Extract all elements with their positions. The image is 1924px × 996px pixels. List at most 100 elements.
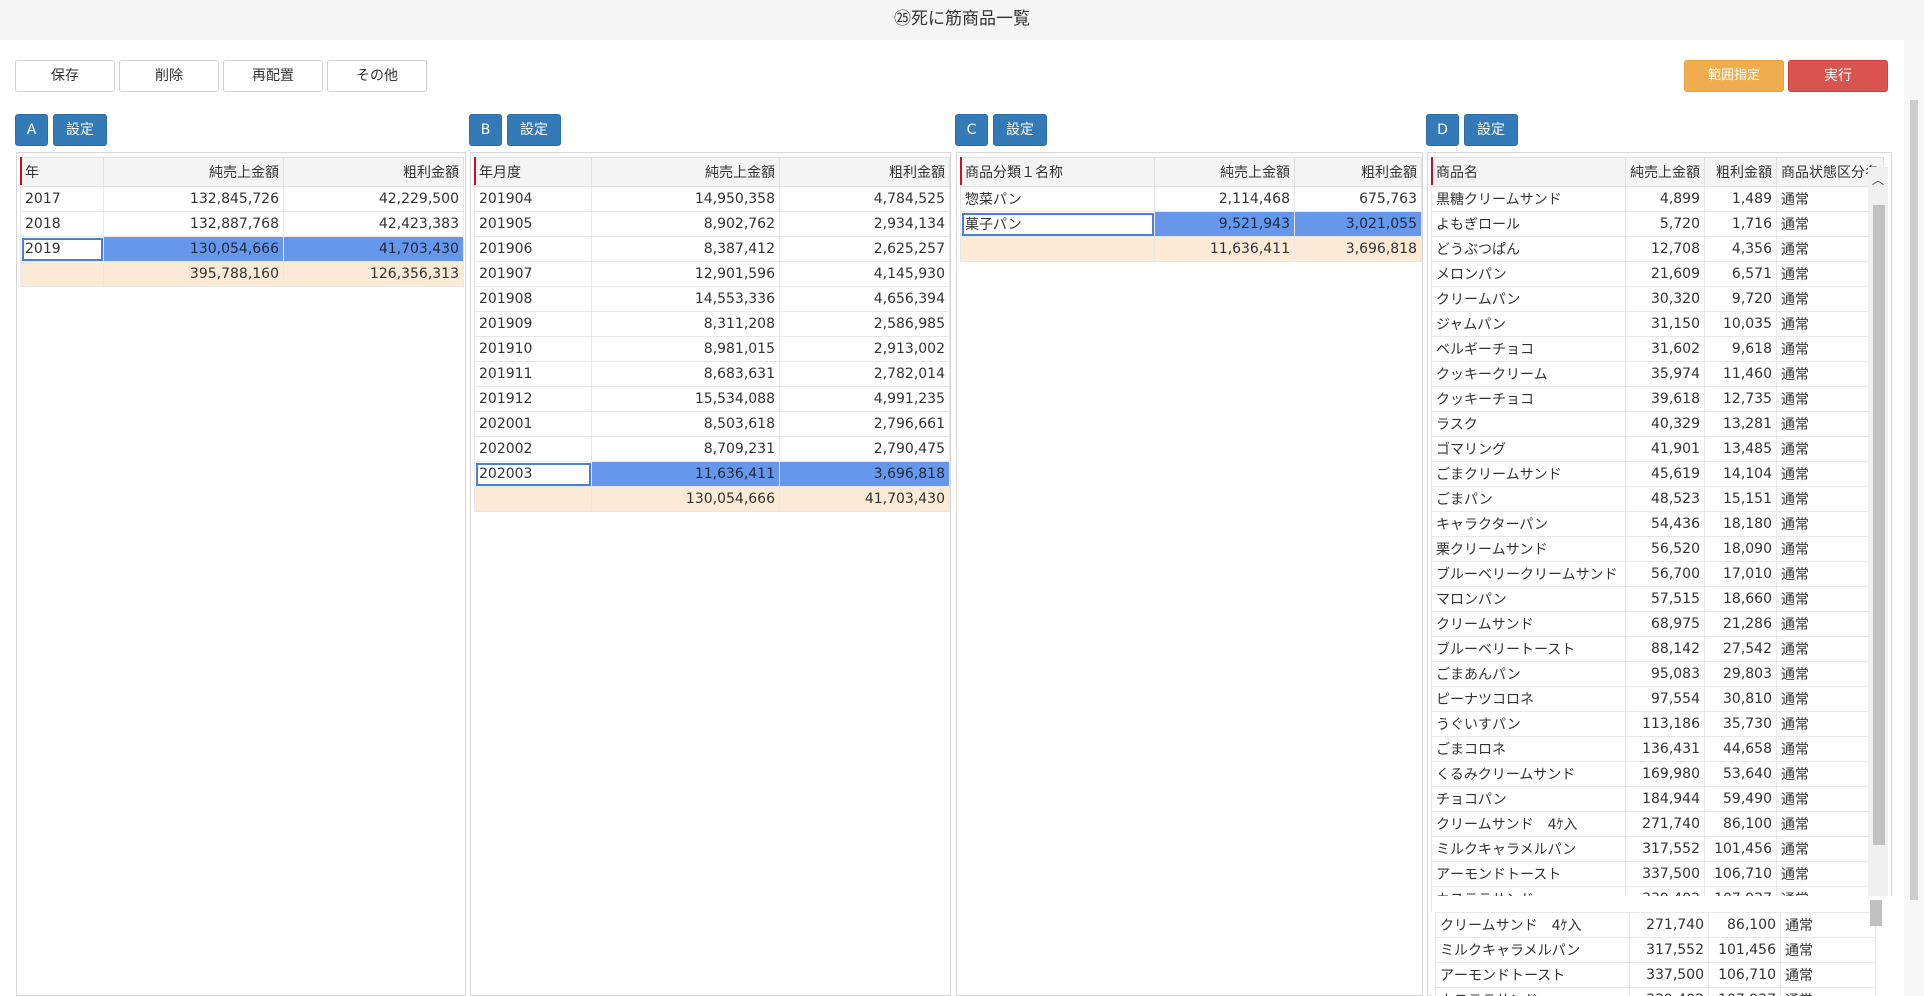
table-cell[interactable]: チョコパン — [1431, 786, 1626, 812]
table-cell[interactable]: ピーナツコロネ — [1431, 686, 1626, 712]
table-row[interactable]: ベルギーチョコ 31,602 9,618 通常 — [1431, 336, 1884, 362]
table-cell[interactable]: 39,618 — [1625, 386, 1705, 412]
table-cell[interactable]: アーモンドトースト — [1431, 861, 1626, 887]
table-cell[interactable]: 106,710 — [1704, 861, 1777, 887]
table-row[interactable]: クリームサンド 4ｹ入 271,740 86,100 通常 — [1435, 912, 1876, 938]
table-cell[interactable]: 2018 — [20, 211, 104, 237]
table-cell[interactable]: 15,151 — [1704, 486, 1777, 512]
table-cell[interactable]: 339,402 — [1629, 987, 1709, 996]
table-cell[interactable]: マロンパン — [1431, 586, 1626, 612]
table-cell[interactable]: クリームサンド — [1431, 611, 1626, 637]
table-cell[interactable]: 1,716 — [1704, 211, 1777, 237]
table-cell[interactable]: ごまコロネ — [1431, 736, 1626, 762]
table-row[interactable]: アーモンドトースト 337,500 106,710 通常 — [1435, 962, 1876, 988]
table-cell[interactable]: 惣菜パン — [960, 186, 1155, 212]
table-cell[interactable]: 通常 — [1780, 987, 1876, 996]
scrollbar-thumb[interactable] — [1873, 205, 1885, 845]
table-row[interactable]: 202001 8,503,618 2,796,661 — [474, 411, 950, 437]
table-row[interactable]: ジャムパン 31,150 10,035 通常 — [1431, 311, 1884, 337]
table-cell[interactable]: ラスク — [1431, 411, 1626, 437]
table-cell[interactable]: 271,740 — [1625, 811, 1705, 837]
table-cell[interactable]: クッキーチョコ — [1431, 386, 1626, 412]
table-cell[interactable]: 42,423,383 — [283, 211, 464, 237]
table-cell[interactable]: 17,010 — [1704, 561, 1777, 587]
table-cell[interactable]: ブルーベリークリームサンド — [1431, 561, 1626, 587]
table-cell[interactable]: 4,991,235 — [779, 386, 950, 412]
panel-a-label[interactable]: A — [15, 114, 48, 146]
table-row[interactable]: ブルーベリートースト 88,142 27,542 通常 — [1431, 636, 1884, 662]
table-cell[interactable]: よもぎロール — [1431, 211, 1626, 237]
column-header[interactable]: 純売上金額 — [1154, 157, 1295, 187]
table-cell[interactable]: 54,436 — [1625, 511, 1705, 537]
table-row[interactable]: どうぶつぱん 12,708 4,356 通常 — [1431, 236, 1884, 262]
table-cell[interactable]: 29,803 — [1704, 661, 1777, 687]
table-row[interactable]: クリームサンド 68,975 21,286 通常 — [1431, 611, 1884, 637]
table-row[interactable]: アーモンドトースト 337,500 106,710 通常 — [1431, 861, 1884, 887]
table-row[interactable]: 202002 8,709,231 2,790,475 — [474, 436, 950, 462]
table-cell[interactable]: ミルクキャラメルパン — [1435, 937, 1630, 963]
table-cell[interactable]: 4,356 — [1704, 236, 1777, 262]
table-cell[interactable]: 201907 — [474, 261, 592, 287]
table-row[interactable]: チョコパン 184,944 59,490 通常 — [1431, 786, 1884, 812]
rearrange-button[interactable]: 再配置 — [223, 60, 323, 92]
table-cell[interactable]: 8,311,208 — [591, 311, 780, 337]
table-cell[interactable]: 4,784,525 — [779, 186, 950, 212]
table-cell[interactable]: 30,810 — [1704, 686, 1777, 712]
table-cell[interactable]: 41,703,430 — [283, 236, 464, 262]
table-cell[interactable]: 86,100 — [1704, 811, 1777, 837]
table-cell[interactable]: 202001 — [474, 411, 592, 437]
table-cell[interactable]: 202002 — [474, 436, 592, 462]
table-cell[interactable]: 31,602 — [1625, 336, 1705, 362]
table-cell[interactable]: 68,975 — [1625, 611, 1705, 637]
other-button[interactable]: その他 — [327, 60, 427, 92]
table-row[interactable]: ミルクキャラメルパン 317,552 101,456 通常 — [1431, 836, 1884, 862]
table-cell[interactable]: 337,500 — [1625, 861, 1705, 887]
table-cell[interactable]: ブルーベリートースト — [1431, 636, 1626, 662]
table-row[interactable]: 惣菜パン 2,114,468 675,763 — [960, 186, 1422, 212]
table-cell[interactable]: 27,542 — [1704, 636, 1777, 662]
table-cell[interactable]: 45,619 — [1625, 461, 1705, 487]
table-cell[interactable]: 栗クリームサンド — [1431, 536, 1626, 562]
table-cell[interactable]: 201904 — [474, 186, 592, 212]
table-cell[interactable]: 101,456 — [1708, 937, 1781, 963]
table-cell[interactable]: 44,658 — [1704, 736, 1777, 762]
table-cell[interactable]: クッキークリーム — [1431, 361, 1626, 387]
table-cell[interactable]: 通常 — [1780, 912, 1876, 938]
table-row[interactable]: くるみクリームサンド 169,980 53,640 通常 — [1431, 761, 1884, 787]
table-cell[interactable]: 56,520 — [1625, 536, 1705, 562]
column-header[interactable]: 純売上金額 — [103, 157, 284, 187]
table-cell[interactable]: 8,503,618 — [591, 411, 780, 437]
table-cell[interactable]: 201911 — [474, 361, 592, 387]
table-cell[interactable]: 2017 — [20, 186, 104, 212]
table-row[interactable]: 2018 132,887,768 42,423,383 — [20, 211, 464, 237]
table-cell[interactable]: 8,387,412 — [591, 236, 780, 262]
table-cell[interactable]: 4,656,394 — [779, 286, 950, 312]
column-header[interactable]: 粗利金額 — [1704, 157, 1777, 187]
column-header[interactable]: 粗利金額 — [1294, 157, 1422, 187]
table-cell[interactable]: 337,500 — [1629, 962, 1709, 988]
table-cell[interactable]: 40,329 — [1625, 411, 1705, 437]
table-cell[interactable]: 59,490 — [1704, 786, 1777, 812]
table-cell[interactable]: 通常 — [1780, 962, 1876, 988]
table-cell[interactable]: メロンパン — [1431, 261, 1626, 287]
table-cell[interactable]: 101,456 — [1704, 836, 1777, 862]
table-cell[interactable]: 675,763 — [1294, 186, 1422, 212]
table-row[interactable]: カステラサンド339,402107,937通常 — [1435, 987, 1876, 996]
table-cell[interactable]: 10,035 — [1704, 311, 1777, 337]
table-cell[interactable]: クリームサンド 4ｹ入 — [1431, 811, 1626, 837]
table-row[interactable]: ミルクキャラメルパン 317,552 101,456 通常 — [1435, 937, 1876, 963]
table-cell[interactable]: 317,552 — [1625, 836, 1705, 862]
table-cell[interactable]: 113,186 — [1625, 711, 1705, 737]
table-cell[interactable]: 18,660 — [1704, 586, 1777, 612]
table-cell[interactable]: 9,720 — [1704, 286, 1777, 312]
table-row[interactable]: 201904 14,950,358 4,784,525 — [474, 186, 950, 212]
table-cell[interactable]: 2,913,002 — [779, 336, 950, 362]
table-cell[interactable]: 2,782,014 — [779, 361, 950, 387]
table-cell[interactable]: 2,586,985 — [779, 311, 950, 337]
table-cell[interactable]: 31,150 — [1625, 311, 1705, 337]
column-header[interactable]: 粗利金額 — [779, 157, 950, 187]
table-cell[interactable]: 97,554 — [1625, 686, 1705, 712]
table-row[interactable]: 黒糖クリームサンド 4,899 1,489 通常 — [1431, 186, 1884, 212]
table-cell[interactable]: 86,100 — [1708, 912, 1781, 938]
table-cell[interactable]: 201908 — [474, 286, 592, 312]
